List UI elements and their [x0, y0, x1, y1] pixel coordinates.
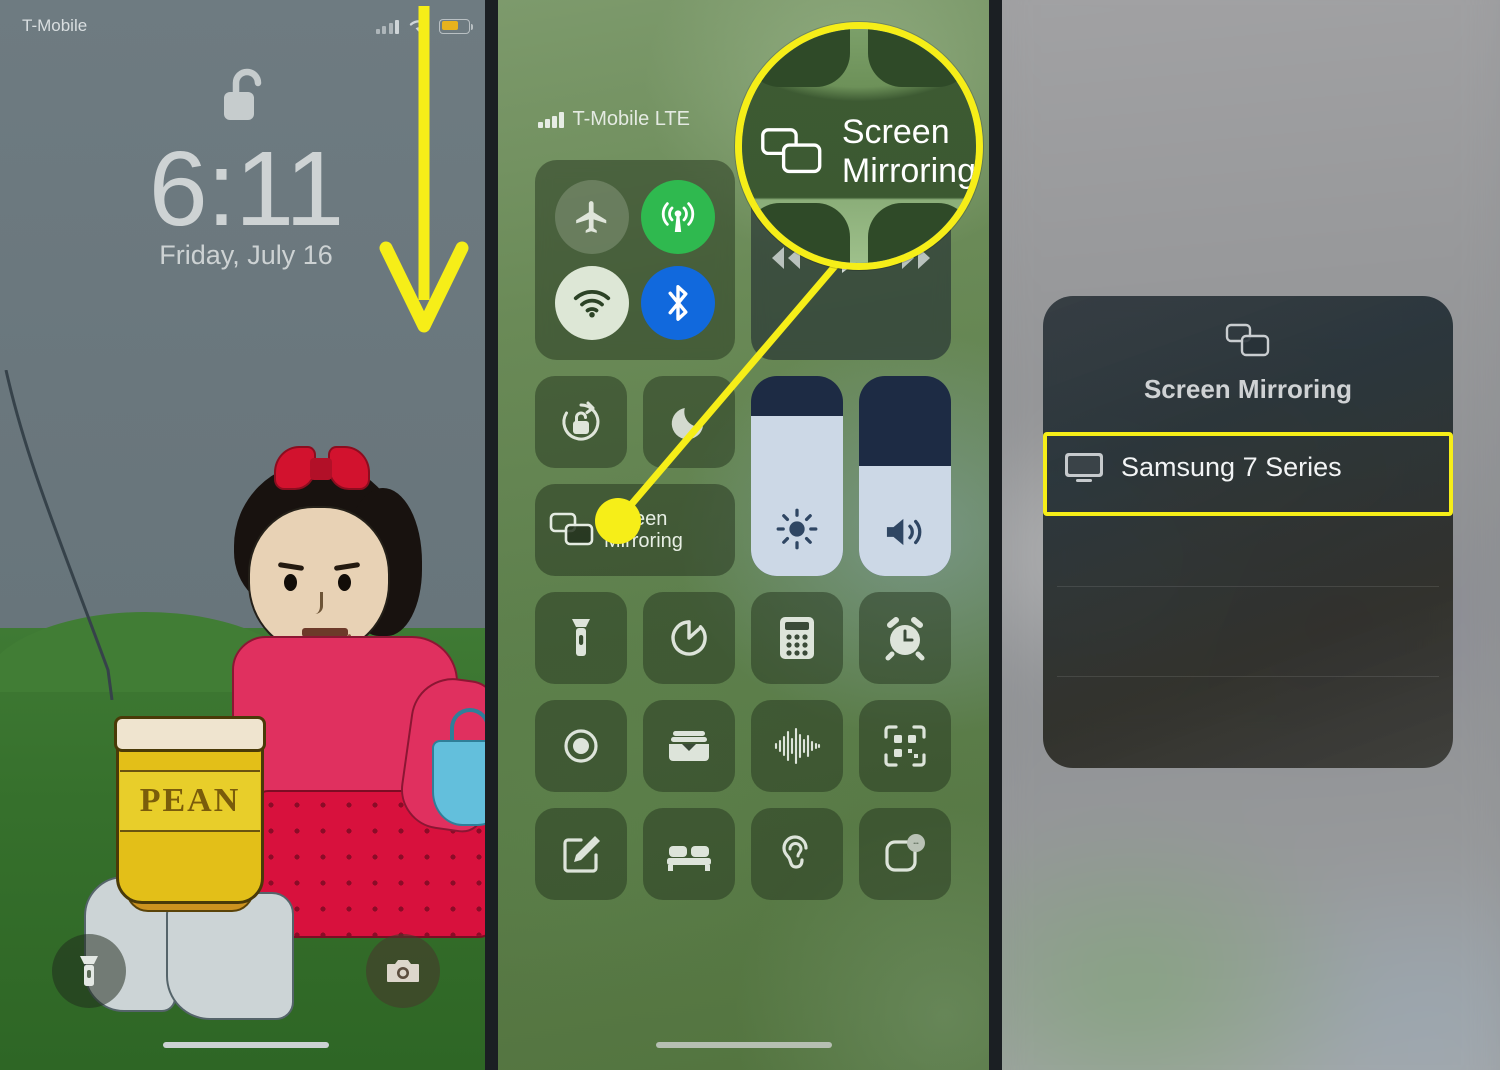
cellular-bars-icon — [375, 19, 399, 34]
airplane-icon — [576, 201, 607, 233]
code-scanner-button[interactable] — [859, 700, 951, 792]
calculator-button[interactable] — [751, 592, 843, 684]
bluetooth-toggle[interactable] — [641, 266, 715, 340]
battery-low-power-icon — [439, 18, 474, 34]
bed-icon — [667, 846, 711, 871]
screenshot-root: PEAN T-Mobile 6:11 Friday, July 16 T-Mob… — [0, 0, 1500, 1070]
wallet-button[interactable] — [643, 700, 735, 792]
lock-date: Friday, July 16 — [159, 240, 333, 270]
wallpaper-bag — [432, 740, 492, 826]
moon-icon — [671, 408, 703, 440]
wifi-icon — [409, 20, 429, 33]
wallpaper-kite-string — [0, 370, 130, 700]
cc-row-middle: Screen Mirroring — [535, 376, 951, 576]
lock-status-bar: T-Mobile — [0, 16, 492, 36]
bluetooth-icon — [668, 285, 688, 321]
flashlight-icon — [572, 619, 590, 656]
sheet-separator — [1057, 586, 1439, 587]
screen-mirroring-sheet: Screen Mirroring Samsung 7 Series — [1043, 296, 1453, 768]
calculator-icon — [780, 617, 814, 659]
tv-display-icon — [1065, 453, 1103, 482]
hearing-button[interactable] — [751, 808, 843, 900]
wallet-icon — [669, 731, 709, 761]
callout-label: Screen Mirroring — [841, 113, 976, 190]
do-not-disturb-toggle[interactable] — [643, 376, 735, 468]
brightness-slider[interactable] — [751, 376, 843, 576]
control-center-status-bar: T-Mobile LTE — [538, 108, 690, 131]
volume-icon — [886, 518, 922, 546]
wifi-icon — [573, 290, 611, 318]
screen-record-button[interactable] — [535, 700, 627, 792]
rotation-lock-icon — [562, 401, 600, 441]
sheet-title: Screen Mirroring — [1143, 374, 1353, 404]
screen-mirroring-icon — [1225, 323, 1270, 357]
carrier-label: T-Mobile — [22, 16, 88, 35]
sheet-separator — [1057, 676, 1439, 677]
apple-tv-remote-button[interactable]: ••• — [859, 808, 951, 900]
camera-shortcut[interactable] — [366, 934, 440, 1008]
flashlight-button[interactable] — [535, 592, 627, 684]
svg-text:•••: ••• — [913, 841, 919, 847]
tv-remote-icon: ••• — [885, 834, 925, 872]
cellular-bars-icon — [538, 111, 564, 128]
airplane-mode-toggle[interactable] — [555, 180, 629, 254]
home-indicator — [163, 1042, 329, 1048]
sheet-header-icon-wrap — [1043, 296, 1453, 360]
wifi-toggle[interactable] — [555, 266, 629, 340]
sound-wave-icon — [774, 727, 821, 765]
alarm-clock-icon — [885, 617, 925, 661]
wallpaper-hair-bow — [274, 446, 370, 492]
device-list-item[interactable]: Samsung 7 Series — [1047, 427, 1449, 507]
flashlight-icon — [80, 956, 98, 986]
unlocked-padlock-icon — [0, 66, 492, 128]
control-center-icon-grid: ••• — [535, 592, 951, 900]
screen-record-icon — [564, 729, 598, 763]
wallpaper-child-illustration: PEAN — [84, 440, 492, 1020]
timer-button[interactable] — [643, 592, 735, 684]
cellular-antenna-icon — [661, 202, 695, 232]
flashlight-shortcut[interactable] — [52, 934, 126, 1008]
sound-recognition-button[interactable] — [751, 700, 843, 792]
device-name-label: Samsung 7 Series — [1121, 451, 1342, 482]
notes-pencil-icon — [563, 836, 600, 873]
connectivity-tile[interactable] — [535, 160, 735, 360]
panel-mirroring-sheet: Screen Mirroring Samsung 7 Series — [995, 0, 1500, 1070]
carrier-lte-label: T-Mobile LTE — [572, 108, 690, 130]
lock-time: 6:11 — [148, 130, 344, 248]
brightness-icon — [776, 508, 818, 550]
panel-lock-screen: PEAN T-Mobile 6:11 Friday, July 16 — [0, 0, 492, 1070]
wallpaper-jar-label: PEAN — [120, 770, 260, 832]
timer-icon — [671, 620, 707, 656]
screen-mirroring-callout: Screen Mirroring — [735, 22, 983, 270]
home-indicator — [655, 1042, 832, 1048]
volume-slider[interactable] — [859, 376, 951, 576]
qr-scanner-icon — [884, 725, 926, 767]
notes-button[interactable] — [535, 808, 627, 900]
ear-icon — [782, 835, 808, 869]
alarm-button[interactable] — [859, 592, 951, 684]
rotation-lock-toggle[interactable] — [535, 376, 627, 468]
sleep-button[interactable] — [643, 808, 735, 900]
screen-mirroring-icon — [761, 128, 822, 174]
cellular-data-toggle[interactable] — [641, 180, 715, 254]
camera-icon — [387, 960, 419, 982]
screen-mirroring-icon — [549, 512, 594, 546]
callout-anchor-dot — [595, 498, 641, 544]
